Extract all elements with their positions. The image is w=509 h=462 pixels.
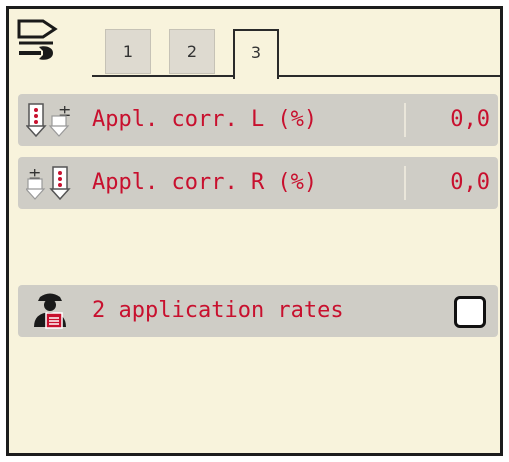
appl-corr-left-value[interactable]: 0,0 bbox=[450, 94, 490, 146]
application-correction-right-icon: ± bbox=[26, 165, 71, 201]
header: 1 2 3 bbox=[9, 9, 500, 79]
appl-corr-right-row[interactable]: ± Appl. corr. R (%) 0,0 bbox=[18, 157, 498, 209]
tab-1[interactable]: 1 bbox=[105, 29, 151, 74]
tab-2[interactable]: 2 bbox=[169, 29, 215, 74]
operator-document-icon bbox=[34, 293, 66, 329]
separator bbox=[404, 166, 406, 200]
appl-corr-right-value[interactable]: 0,0 bbox=[450, 157, 490, 209]
two-application-rates-checkbox[interactable] bbox=[454, 296, 486, 328]
application-correction-left-icon: ± bbox=[26, 102, 71, 138]
appl-corr-left-row[interactable]: ± Appl. corr. L (%) 0,0 bbox=[18, 94, 498, 146]
two-application-rates-row[interactable]: 2 application rates bbox=[18, 285, 498, 337]
appl-corr-left-label: Appl. corr. L (%) bbox=[92, 107, 318, 132]
appl-corr-right-label: Appl. corr. R (%) bbox=[92, 170, 318, 195]
tab-3[interactable]: 3 bbox=[233, 29, 279, 79]
settings-tools-icon[interactable] bbox=[15, 17, 59, 65]
two-application-rates-label: 2 application rates bbox=[92, 298, 344, 323]
tab-underline bbox=[92, 75, 500, 77]
settings-screen: 1 2 3 ± Appl. corr. L (%) 0,0 ± Appl. co… bbox=[6, 6, 503, 456]
separator bbox=[404, 103, 406, 137]
